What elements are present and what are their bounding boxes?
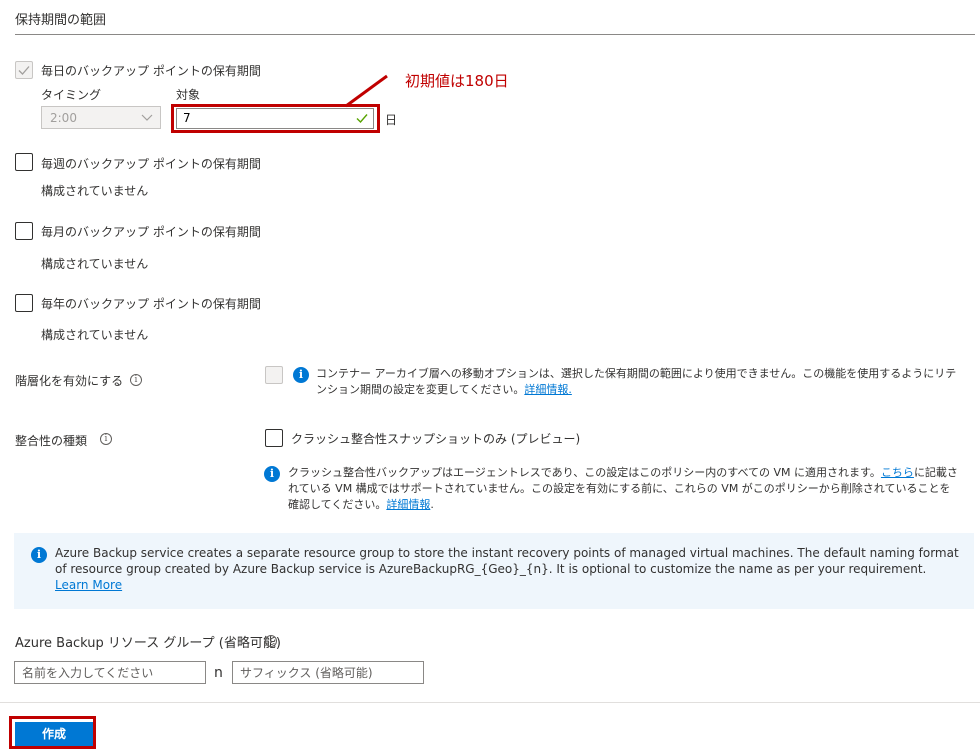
info-filled-icon: i xyxy=(31,547,47,563)
banner-body: Azure Backup service creates a separate … xyxy=(55,546,959,576)
info-icon[interactable]: i xyxy=(265,635,277,647)
yearly-retention-label: 毎年のバックアップ ポイントの保有期間 xyxy=(41,297,261,311)
info-icon[interactable]: i xyxy=(130,374,142,386)
annotation-text: 初期値は180日 xyxy=(405,72,509,90)
crash-consistent-info-text: クラッシュ整合性バックアップはエージェントレスであり、この設定はこのポリシー内の… xyxy=(288,465,960,513)
crash-consistent-checkbox[interactable] xyxy=(265,429,283,447)
crash-info-part3: . xyxy=(430,498,434,511)
timing-dropdown[interactable]: 2:00 xyxy=(41,106,161,129)
tiering-label: 階層化を有効にする xyxy=(15,374,124,388)
days-unit-label: 日 xyxy=(385,113,398,127)
yearly-retention-checkbox[interactable] xyxy=(15,294,33,312)
timing-value: 2:00 xyxy=(50,111,77,125)
here-link[interactable]: こちら xyxy=(881,466,914,479)
consistency-label: 整合性の種類 xyxy=(15,434,88,448)
resource-group-suffix-input[interactable] xyxy=(233,662,423,683)
highlight-box xyxy=(9,716,96,749)
tiering-learn-more-link[interactable]: 詳細情報. xyxy=(524,383,572,396)
banner-learn-more-link[interactable]: Learn More xyxy=(55,578,122,592)
banner-text: Azure Backup service creates a separate … xyxy=(55,545,960,593)
tiering-info-text: コンテナー アーカイブ層への移動オプションは、選択した保有期間の範囲により使用で… xyxy=(316,366,962,398)
info-filled-icon: i xyxy=(264,466,280,482)
section-divider xyxy=(15,34,975,35)
tiering-checkbox[interactable] xyxy=(265,366,283,384)
timing-label: タイミング xyxy=(41,88,102,102)
monthly-retention-label: 毎月のバックアップ ポイントの保有期間 xyxy=(41,225,261,239)
tiering-info-body: コンテナー アーカイブ層への移動オプションは、選択した保有期間の範囲により使用で… xyxy=(316,367,957,396)
yearly-status: 構成されていません xyxy=(41,328,149,342)
resource-group-name-input[interactable] xyxy=(15,662,205,683)
footer-divider xyxy=(0,702,980,703)
target-label: 対象 xyxy=(176,88,201,102)
section-title: 保持期間の範囲 xyxy=(15,13,107,28)
weekly-retention-checkbox[interactable] xyxy=(15,153,33,171)
resource-group-label: Azure Backup リソース グループ (省略可能) xyxy=(15,636,281,651)
check-icon xyxy=(18,66,30,75)
info-icon[interactable]: i xyxy=(100,433,112,445)
monthly-retention-checkbox[interactable] xyxy=(15,222,33,240)
resource-group-name-field[interactable] xyxy=(14,661,206,684)
weekly-status: 構成されていません xyxy=(41,184,149,198)
highlight-box xyxy=(171,104,380,133)
monthly-status: 構成されていません xyxy=(41,257,149,271)
weekly-retention-label: 毎週のバックアップ ポイントの保有期間 xyxy=(41,157,261,171)
annotation-pointer xyxy=(345,74,388,108)
daily-retention-label: 毎日のバックアップ ポイントの保有期間 xyxy=(41,64,261,78)
crash-learn-more-link[interactable]: 詳細情報 xyxy=(386,498,430,511)
crash-consistent-label: クラッシュ整合性スナップショットのみ (プレビュー) xyxy=(291,432,581,446)
crash-info-part1: クラッシュ整合性バックアップはエージェントレスであり、この設定はこのポリシー内の… xyxy=(288,466,881,479)
resource-group-suffix-field[interactable] xyxy=(232,661,424,684)
chevron-down-icon xyxy=(141,114,153,121)
info-filled-icon: i xyxy=(293,367,309,383)
daily-retention-checkbox[interactable] xyxy=(15,61,33,79)
name-separator: n xyxy=(214,665,223,681)
